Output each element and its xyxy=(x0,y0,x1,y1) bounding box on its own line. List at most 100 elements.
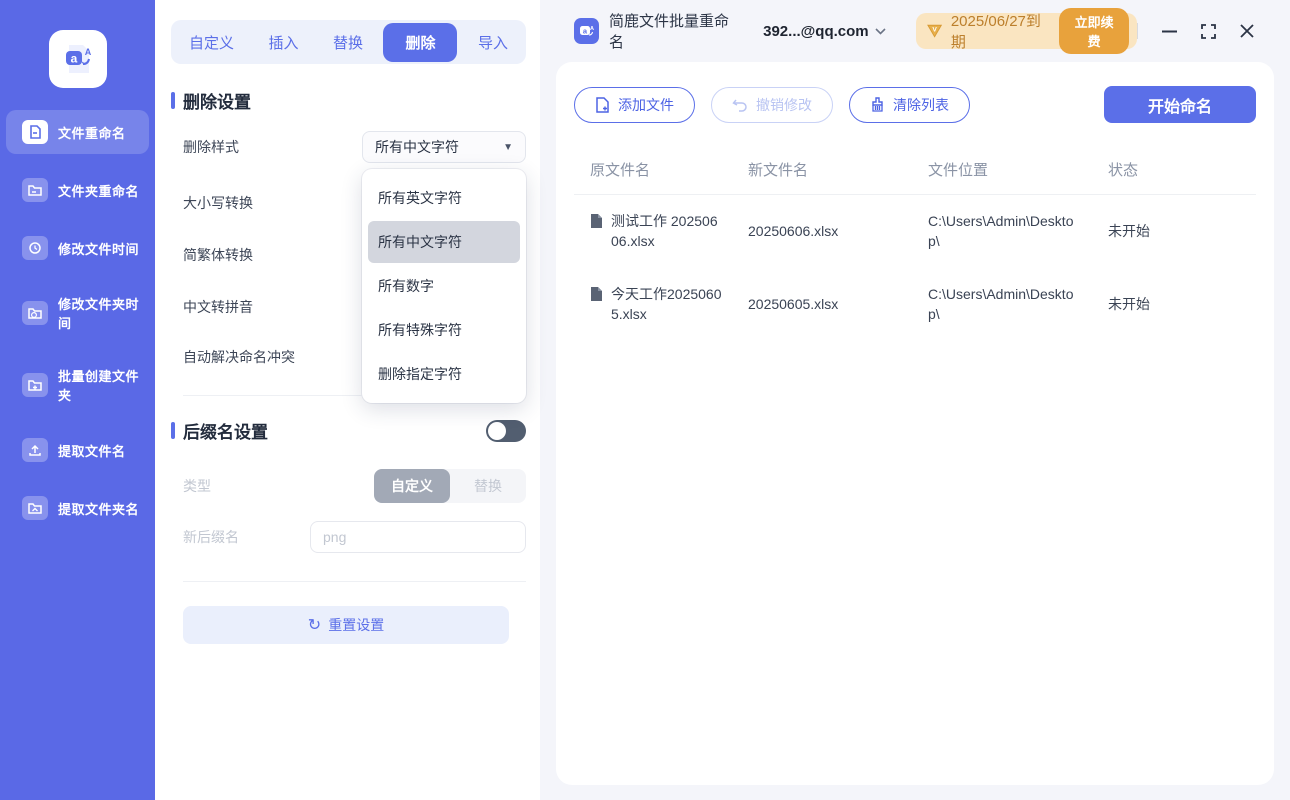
select-caret-icon: ▼ xyxy=(503,142,513,153)
folder-time-icon xyxy=(22,301,48,325)
tab-custom[interactable]: 自定义 xyxy=(175,23,248,62)
table-row[interactable]: 测试工作 20250606.xlsx 20250606.xlsx C:\User… xyxy=(574,195,1256,268)
suffix-settings-title: 后缀名设置 xyxy=(171,418,268,443)
license-expiry-date: 2025/06/27到期 xyxy=(951,10,1051,52)
tab-replace[interactable]: 替换 xyxy=(319,23,377,62)
account-email: 392...@qq.com xyxy=(763,23,869,40)
status-text: 未开始 xyxy=(1108,294,1256,314)
delete-style-selected-value: 所有中文字符 xyxy=(375,137,459,157)
sidebar-item-file-rename[interactable]: 文件重命名 xyxy=(6,110,149,154)
file-icon xyxy=(590,213,603,229)
col-original-name: 原文件名 xyxy=(590,159,748,180)
col-status: 状态 xyxy=(1108,159,1256,180)
sidebar: a A 文件重命名 文件夹重命名 修改文件时间 xyxy=(0,0,155,800)
dropdown-option-specified[interactable]: 删除指定字符 xyxy=(368,353,520,395)
status-text: 未开始 xyxy=(1108,221,1256,241)
tab-import[interactable]: 导入 xyxy=(464,23,522,62)
svg-text:A: A xyxy=(84,47,91,57)
dropdown-option-chinese[interactable]: 所有中文字符 xyxy=(368,221,520,263)
sidebar-item-label: 提取文件夹名 xyxy=(58,499,139,518)
new-suffix-label: 新后缀名 xyxy=(183,527,239,547)
table-header: 原文件名 新文件名 文件位置 状态 xyxy=(574,145,1256,195)
sidebar-item-extract-filename[interactable]: 提取文件名 xyxy=(6,428,149,472)
file-rename-icon xyxy=(22,120,48,144)
extract-filename-icon xyxy=(22,438,48,462)
reset-settings-button[interactable]: ↻ 重置设置 xyxy=(183,606,509,644)
suffix-toggle[interactable] xyxy=(486,420,526,442)
mode-tabbar: 自定义 插入 替换 删除 导入 xyxy=(171,20,526,64)
svg-text:V: V xyxy=(932,26,937,33)
main-area: aA 简鹿文件批量重命名 392...@qq.com V 2025/06/27到… xyxy=(540,0,1290,800)
suffix-settings-header: 后缀名设置 xyxy=(171,418,526,443)
sidebar-item-create-folders[interactable]: 批量创建文件夹 xyxy=(6,356,149,414)
new-suffix-input[interactable] xyxy=(310,521,526,553)
toggle-knob xyxy=(488,422,506,440)
segment-replace[interactable]: 替换 xyxy=(450,469,526,503)
delete-style-row: 删除样式 所有中文字符 ▼ 所有英文字符 所有中文字符 所有数字 所有特殊字符 … xyxy=(171,131,526,163)
app-title: 简鹿文件批量重命名 xyxy=(609,10,739,52)
dropdown-option-digits[interactable]: 所有数字 xyxy=(368,265,520,307)
clear-list-icon xyxy=(870,97,885,113)
file-table: 原文件名 新文件名 文件位置 状态 测试工作 20250606.xlsx 202… xyxy=(556,145,1274,340)
sidebar-item-extract-foldername[interactable]: 提取文件夹名 xyxy=(6,486,149,530)
new-name-text: 20250606.xlsx xyxy=(748,223,928,239)
clear-list-button[interactable]: 清除列表 xyxy=(849,87,970,123)
original-name-cell: 测试工作 20250606.xlsx xyxy=(590,211,748,252)
pinyin-label: 中文转拼音 xyxy=(183,297,253,317)
renew-button[interactable]: 立即续费 xyxy=(1059,8,1129,54)
table-row[interactable]: 今天工作20250605.xlsx 20250605.xlsx C:\Users… xyxy=(574,268,1256,341)
create-folders-icon xyxy=(22,373,48,397)
sidebar-item-file-time[interactable]: 修改文件时间 xyxy=(6,226,149,270)
folder-rename-icon xyxy=(22,178,48,202)
tab-delete[interactable]: 删除 xyxy=(383,23,457,62)
maximize-icon[interactable] xyxy=(1201,24,1216,39)
col-new-name: 新文件名 xyxy=(748,159,928,180)
new-name-text: 20250605.xlsx xyxy=(748,296,928,312)
bottom-divider xyxy=(183,581,526,582)
original-name-text: 今天工作20250605.xlsx xyxy=(611,284,723,325)
svg-text:A: A xyxy=(590,26,594,32)
vip-icon: V xyxy=(926,23,943,39)
sidebar-item-label: 批量创建文件夹 xyxy=(58,366,141,404)
delete-settings-title: 删除设置 xyxy=(171,88,526,113)
add-files-button[interactable]: 添加文件 xyxy=(574,87,695,123)
sidebar-item-label: 修改文件时间 xyxy=(58,239,139,258)
delete-settings-title-text: 删除设置 xyxy=(183,88,251,113)
new-suffix-row: 新后缀名 xyxy=(171,521,526,553)
license-badge: V 2025/06/27到期 立即续费 xyxy=(916,13,1137,49)
app-logo: a A xyxy=(49,30,107,88)
start-rename-button[interactable]: 开始命名 xyxy=(1104,86,1256,123)
col-location: 文件位置 xyxy=(928,159,1108,180)
settings-panel: 自定义 插入 替换 删除 导入 删除设置 删除样式 所有中文字符 ▼ 所有英文字… xyxy=(155,0,540,800)
case-convert-label: 大小写转换 xyxy=(183,193,253,213)
location-text: C:\Users\Admin\Desktop\ xyxy=(928,284,1080,325)
title-bar: aA 简鹿文件批量重命名 392...@qq.com V 2025/06/27到… xyxy=(540,0,1290,62)
tab-insert[interactable]: 插入 xyxy=(254,23,312,62)
suffix-type-segmented: 自定义 替换 xyxy=(374,469,526,503)
file-list-card: 添加文件 撤销修改 清除列表 开始命名 原文件名 新文件名 文件位置 状态 xyxy=(556,62,1274,785)
undo-label: 撤销修改 xyxy=(756,95,812,115)
account-menu[interactable]: 392...@qq.com xyxy=(763,23,886,40)
add-file-icon xyxy=(595,97,610,113)
sidebar-item-folder-rename[interactable]: 文件夹重命名 xyxy=(6,168,149,212)
location-text: C:\Users\Admin\Desktop\ xyxy=(928,211,1080,252)
close-icon[interactable] xyxy=(1240,24,1254,38)
segment-custom[interactable]: 自定义 xyxy=(374,469,450,503)
add-files-label: 添加文件 xyxy=(618,95,674,115)
undo-button[interactable]: 撤销修改 xyxy=(711,87,833,123)
reset-icon: ↻ xyxy=(308,615,321,635)
section-accent-bar xyxy=(171,92,175,109)
dropdown-option-special[interactable]: 所有特殊字符 xyxy=(368,309,520,351)
file-icon xyxy=(590,286,603,302)
dropdown-option-english[interactable]: 所有英文字符 xyxy=(368,177,520,219)
sidebar-item-label: 文件重命名 xyxy=(58,123,126,142)
file-toolbar: 添加文件 撤销修改 清除列表 开始命名 xyxy=(556,62,1274,145)
extract-foldername-icon xyxy=(22,496,48,520)
sidebar-item-folder-time[interactable]: 修改文件夹时间 xyxy=(6,284,149,342)
sidebar-item-label: 提取文件名 xyxy=(58,441,126,460)
delete-style-select[interactable]: 所有中文字符 ▼ xyxy=(362,131,526,163)
minimize-icon[interactable] xyxy=(1162,30,1177,33)
conflict-label: 自动解决命名冲突 xyxy=(183,347,295,367)
suffix-type-label: 类型 xyxy=(183,476,211,496)
svg-text:a: a xyxy=(70,52,77,66)
